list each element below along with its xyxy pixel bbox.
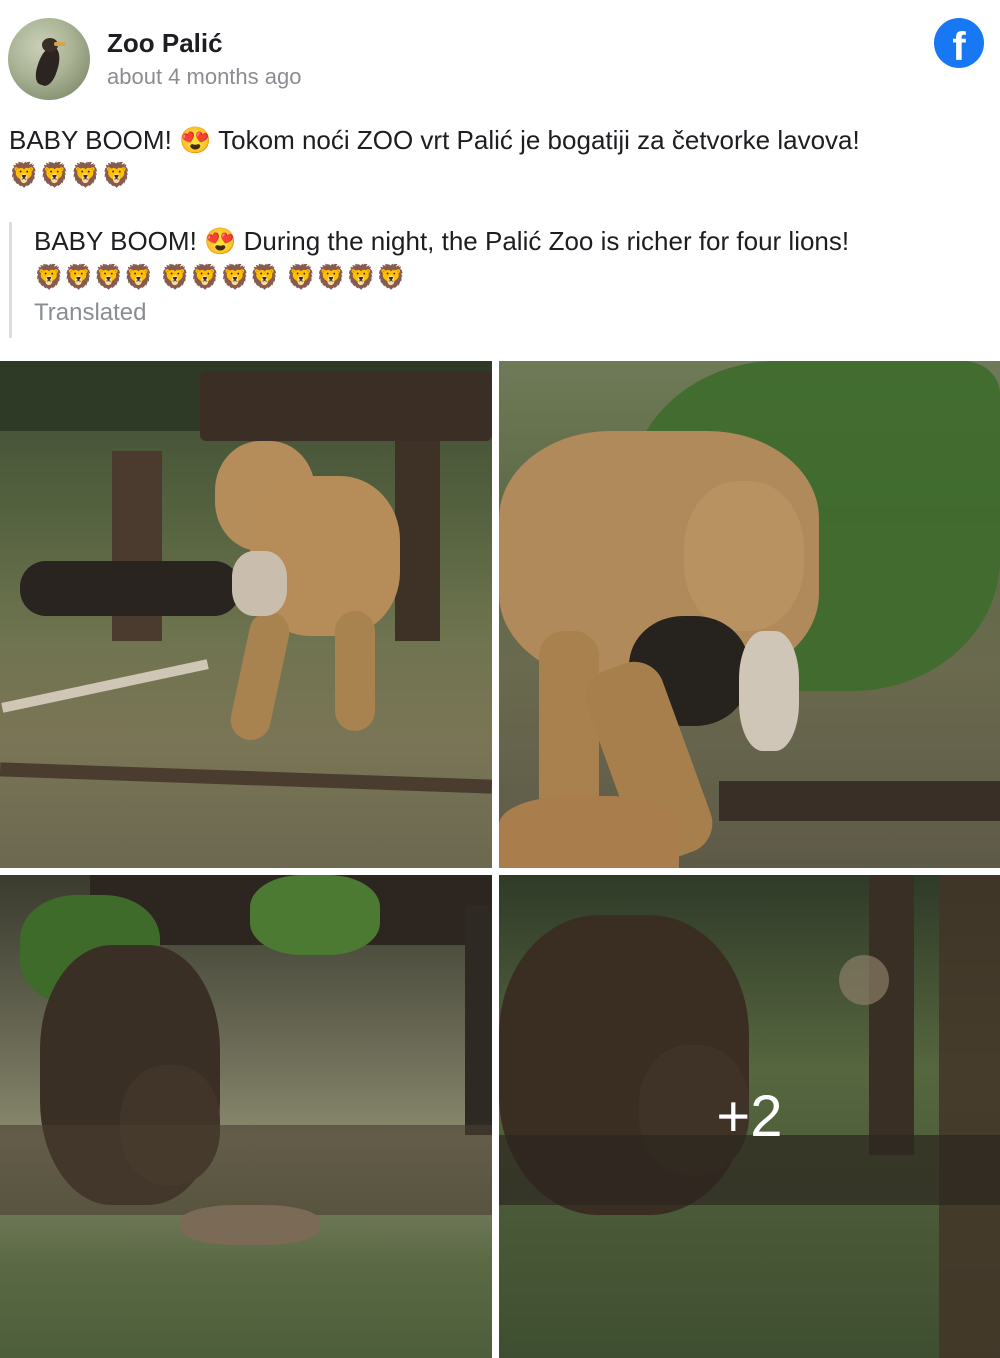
post-timestamp[interactable]: about 4 months ago (107, 64, 301, 90)
translated-label[interactable]: Translated (34, 296, 989, 330)
more-photos-overlay[interactable]: +2 (499, 875, 1000, 1358)
post-header: Zoo Palić about 4 months ago f (0, 0, 1000, 110)
photo-2[interactable] (499, 361, 1000, 868)
translated-text: BABY BOOM! 😍 During the night, the Palić… (34, 226, 850, 256)
translated-emojis: 🦁🦁🦁🦁 🦁🦁🦁🦁 🦁🦁🦁🦁 (34, 264, 406, 291)
more-photos-count[interactable]: +2 (716, 1083, 782, 1150)
photo-1[interactable] (0, 361, 492, 868)
page-name[interactable]: Zoo Palić (107, 28, 223, 59)
translation-block: BABY BOOM! 😍 During the night, the Palić… (9, 222, 989, 338)
photo-grid: +2 (0, 361, 1000, 1358)
facebook-icon[interactable]: f (934, 18, 984, 68)
photo-3[interactable] (0, 875, 492, 1358)
post-text: BABY BOOM! 😍 Tokom noći ZOO vrt Palić je… (9, 122, 989, 194)
photo-4[interactable]: +2 (499, 875, 1000, 1358)
post-emojis: 🦁🦁🦁🦁 (9, 162, 133, 189)
post-body: BABY BOOM! 😍 Tokom noći ZOO vrt Palić je… (9, 125, 860, 155)
page-avatar[interactable] (8, 18, 90, 100)
